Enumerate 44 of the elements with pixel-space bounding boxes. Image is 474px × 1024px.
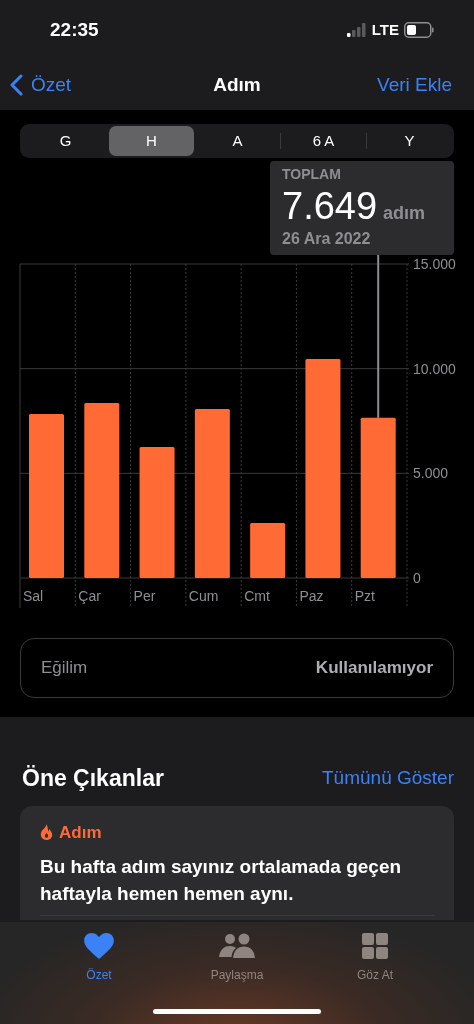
flame-icon <box>40 824 53 841</box>
highlight-text: Bu hafta adım sayınız ortalamada geçen haftayla hemen hemen aynı. <box>40 855 403 906</box>
highlight-card[interactable]: Adım Bu hafta adım sayınız ortalamada geçen haftayla hemen hemen aynı. <box>20 805 454 920</box>
tab-bar-item[interactable]: Özet <box>44 932 154 1024</box>
axis-label: 10.000 <box>413 360 456 377</box>
tooltip-date: 26 Ara 2022 <box>282 229 372 249</box>
axis-label: Per <box>133 588 156 604</box>
heart-icon <box>84 933 114 959</box>
axis-label: Sal <box>23 588 44 604</box>
axis-label: Pzt <box>354 588 375 604</box>
trend-value: Kullanılamıyor <box>315 657 433 680</box>
segment-tab[interactable]: Y <box>367 126 452 156</box>
status-time: 22:35 <box>50 17 99 42</box>
network-label: LTE <box>371 19 399 40</box>
segment-tab[interactable]: 6 A <box>281 126 366 156</box>
back-button[interactable]: Özet <box>10 70 72 100</box>
axis-label: 5.000 <box>413 465 449 482</box>
tab-bar-item[interactable]: Paylaşma <box>182 932 292 1024</box>
chevron-left-icon <box>10 74 23 96</box>
tooltip-value: 7.649 <box>282 184 378 229</box>
signal-icon <box>346 23 367 37</box>
axis-label: 15.000 <box>413 256 456 272</box>
axis-label: 0 <box>413 570 421 586</box>
segment-tab[interactable]: G <box>23 126 108 156</box>
tooltip-label: TOPLAM <box>282 165 342 183</box>
tooltip-unit: adım <box>383 202 426 225</box>
nav-title: Adım <box>213 72 261 97</box>
grid-icon <box>362 933 388 959</box>
axis-label: Çar <box>78 588 101 604</box>
segment-tab[interactable]: A <box>195 126 280 156</box>
tab-bar-item[interactable]: Göz At <box>320 932 430 1024</box>
show-all-link[interactable]: Tümünü Göster <box>322 764 454 793</box>
battery-icon <box>404 22 434 38</box>
segment-tab[interactable]: H <box>109 126 194 156</box>
highlight-category: Adım <box>59 821 102 844</box>
axis-label: Paz <box>299 588 324 604</box>
section-title: Öne Çıkanlar <box>22 764 164 793</box>
add-data-button[interactable]: Veri Ekle <box>377 70 452 100</box>
bar <box>250 522 286 578</box>
people-icon <box>218 933 256 959</box>
axis-label: Cmt <box>244 588 270 604</box>
axis-label: Cum <box>188 588 219 604</box>
trend-label: Eğilim <box>41 657 88 680</box>
trend-card[interactable]: Eğilim Kullanılamıyor <box>20 638 454 698</box>
